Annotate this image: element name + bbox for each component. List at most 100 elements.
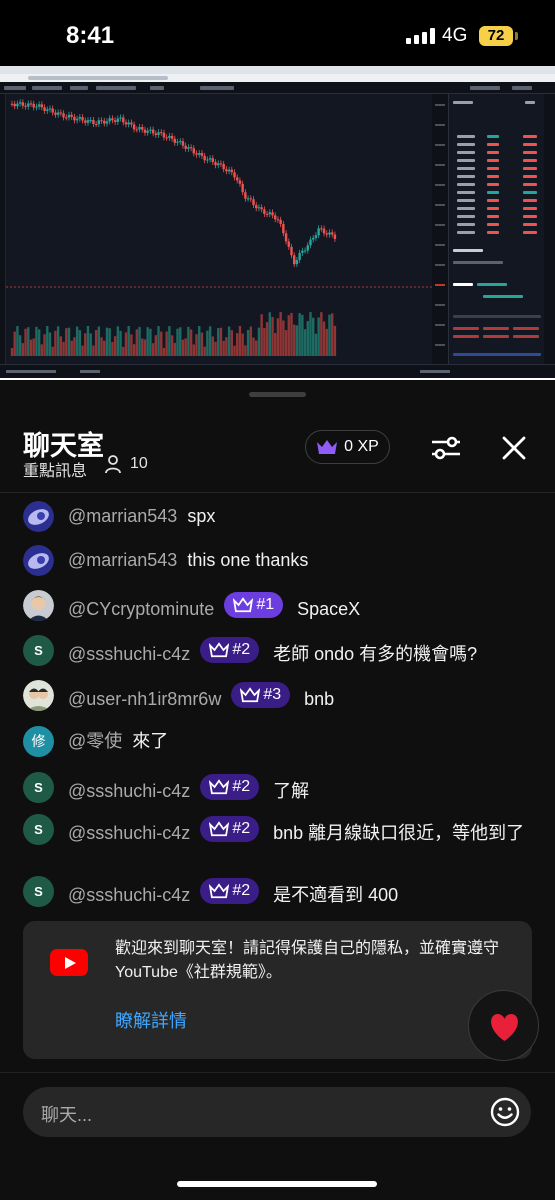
volume-bar — [206, 330, 209, 356]
candle — [97, 120, 101, 125]
candle — [181, 141, 185, 146]
volume-bar — [138, 326, 141, 356]
candle — [154, 133, 158, 135]
volume-bar — [43, 334, 46, 356]
volume-bar — [268, 312, 271, 356]
crown-icon — [317, 440, 338, 454]
candle — [331, 232, 334, 235]
volume-bar — [279, 312, 282, 356]
volume-bar — [40, 344, 44, 356]
candle — [116, 118, 120, 122]
chat-message[interactable]: @marrian543 this one thanks — [23, 545, 533, 576]
candle — [244, 192, 247, 199]
volume-bar — [322, 321, 326, 356]
chat-mode-label[interactable]: 重點訊息 — [23, 457, 87, 481]
viewer-count-value: 10 — [130, 455, 148, 472]
candle — [48, 108, 52, 110]
candle — [255, 204, 258, 209]
candle — [24, 105, 27, 107]
welcome-notice: 歡迎來到聊天室！請記得保護自己的隱私，並確實遵守 YouTube《社群規範》。 … — [23, 921, 532, 1059]
volume-bar — [333, 325, 337, 356]
message-author[interactable]: @marrian543 — [68, 506, 177, 526]
crown-icon — [209, 779, 230, 795]
avatar: 修 — [23, 726, 54, 757]
close-icon[interactable] — [498, 432, 530, 464]
reaction-heart-button[interactable] — [468, 990, 539, 1061]
volume-bar — [124, 332, 128, 356]
volume-bar — [165, 331, 168, 356]
chat-message[interactable]: S @ssshuchi-c4z #2 bnb 離月線缺口很近，等他到了 — [23, 814, 533, 845]
candle — [276, 219, 280, 221]
volume-bar — [75, 326, 79, 356]
candle — [73, 116, 76, 121]
candle — [160, 132, 163, 134]
chat-message[interactable]: @CYcryptominute #1 SpaceX — [23, 590, 533, 621]
xp-button[interactable]: 0 XP — [305, 430, 390, 464]
volume-bar — [198, 326, 201, 356]
rank-label: #2 — [232, 641, 251, 658]
volume-bar — [222, 340, 225, 356]
rank-label: #2 — [232, 778, 251, 795]
price-axis — [432, 94, 448, 364]
volume-bar — [301, 314, 304, 356]
member-rank-badge: #1 — [224, 592, 284, 618]
crown-icon — [240, 687, 261, 703]
volume-bar — [149, 328, 152, 356]
message-author[interactable]: @零使 — [68, 731, 122, 751]
candle — [103, 120, 106, 124]
volume-bar — [238, 326, 242, 356]
volume-bar — [309, 312, 312, 356]
emoji-icon[interactable] — [489, 1096, 521, 1128]
candle — [119, 117, 122, 119]
volume-bar — [306, 321, 309, 356]
chat-message[interactable]: @user-nh1ir8mr6w #3 bnb — [23, 680, 533, 711]
chat-message[interactable]: S @ssshuchi-c4z #2 是不適看到 400 — [23, 876, 533, 907]
chat-message[interactable]: S @ssshuchi-c4z #2 了解 — [23, 772, 533, 803]
candle — [236, 177, 239, 181]
filter-settings-icon[interactable] — [428, 432, 464, 464]
chat-input[interactable]: 聊天... — [23, 1087, 531, 1137]
volume-bar — [211, 336, 215, 356]
volume-bar — [105, 327, 109, 356]
message-author[interactable]: @ssshuchi-c4z — [68, 644, 190, 664]
candle — [230, 169, 234, 173]
candle — [187, 147, 190, 149]
candle — [16, 103, 19, 107]
candle — [211, 158, 215, 163]
volume-bar — [187, 326, 190, 356]
avatar — [23, 590, 54, 621]
candle — [219, 163, 223, 165]
chat-message[interactable]: S @ssshuchi-c4z #2 老師 ondo 有多的機會嗎? — [23, 635, 533, 666]
live-chat-panel: 聊天室 重點訊息 10 0 XP @marrian543 spx @marrian… — [0, 380, 555, 1200]
message-text: 來了 — [132, 731, 169, 751]
candle — [130, 122, 133, 125]
candle — [320, 228, 323, 230]
video-player[interactable] — [0, 66, 555, 378]
message-author[interactable]: @ssshuchi-c4z — [68, 885, 190, 905]
candle — [56, 112, 60, 115]
message-author[interactable]: @ssshuchi-c4z — [68, 823, 190, 843]
message-author[interactable]: @marrian543 — [68, 550, 177, 570]
candle — [151, 129, 155, 134]
home-indicator[interactable] — [177, 1181, 377, 1187]
candle — [246, 198, 250, 200]
volume-bar — [236, 333, 239, 356]
volume-bar — [328, 314, 331, 356]
chat-message[interactable]: @marrian543 spx — [23, 501, 533, 532]
candle — [198, 153, 201, 155]
volume-bar — [214, 341, 217, 356]
message-author[interactable]: @user-nh1ir8mr6w — [68, 689, 221, 709]
volume-bar — [151, 343, 155, 356]
drag-handle[interactable] — [249, 392, 306, 397]
candle — [206, 159, 209, 161]
volume-bar — [108, 328, 111, 356]
volume-bar — [62, 341, 65, 356]
youtube-logo-icon — [50, 949, 88, 976]
message-author[interactable]: @ssshuchi-c4z — [68, 781, 190, 801]
learn-more-link[interactable]: 瞭解詳情 — [115, 1007, 187, 1033]
chat-message[interactable]: 修 @零使 來了 — [23, 726, 533, 757]
volume-bar — [141, 338, 144, 356]
message-author[interactable]: @CYcryptominute — [68, 599, 214, 619]
volume-bar — [46, 326, 49, 356]
volume-bar — [18, 335, 22, 356]
